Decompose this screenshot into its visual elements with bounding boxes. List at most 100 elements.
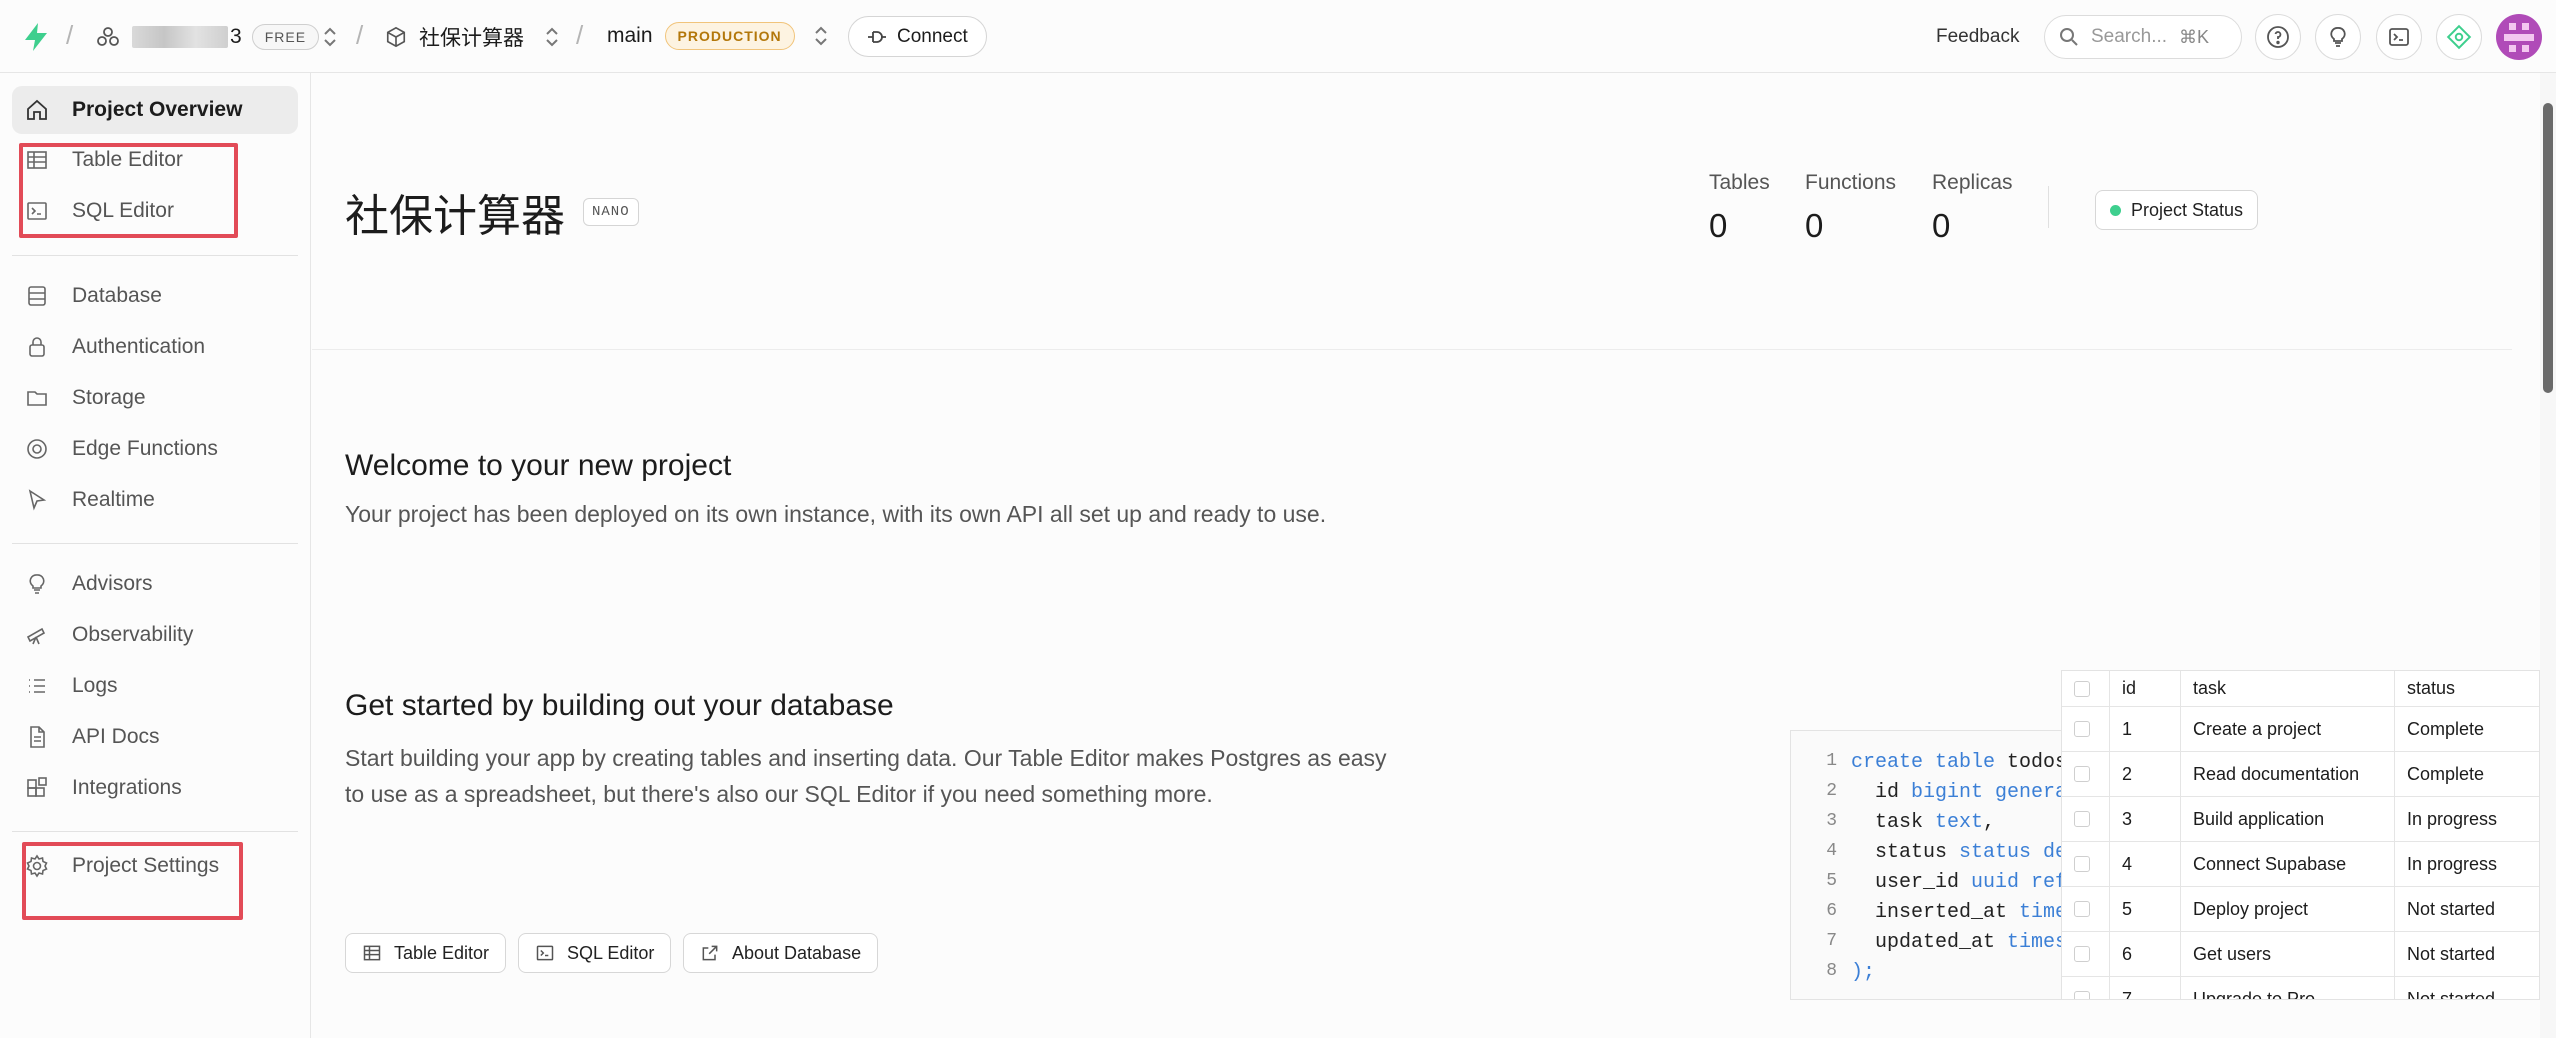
row-checkbox-cell [2062, 887, 2110, 931]
table-cell: Create a project [2181, 707, 2395, 751]
stat-value: 0 [1709, 207, 1728, 244]
highlight-box-editors [19, 143, 238, 238]
sidebar-item-label: API Docs [72, 725, 160, 748]
sidebar-divider [12, 831, 298, 832]
row-checkbox[interactable] [2074, 811, 2090, 827]
row-checkbox-cell [2062, 752, 2110, 796]
folder-icon [22, 383, 52, 413]
branch-switcher[interactable]: main PRODUCTION [607, 22, 831, 50]
org-chevron-updown-icon[interactable] [320, 25, 340, 49]
org-switcher[interactable]: 3 FREE [96, 24, 320, 50]
sidebar-item-integrations[interactable]: Integrations [12, 764, 298, 812]
code-token: task [1851, 811, 1936, 834]
table-cell: 1 [2110, 707, 2181, 751]
help-icon [2266, 25, 2290, 49]
get-started-title: Get started by building out your databas… [345, 689, 894, 722]
table-cell: Complete [2407, 718, 2485, 739]
project-status-button[interactable]: Project Status [2095, 190, 2259, 230]
button-label: SQL Editor [567, 942, 655, 963]
project-switcher[interactable]: 社保计算器 [385, 22, 562, 52]
row-checkbox-cell [2062, 932, 2110, 976]
code-token: id [1851, 781, 1912, 804]
status-dot [2110, 204, 2121, 216]
about-database-button[interactable]: About Database [683, 933, 879, 973]
table-cell: Get users [2181, 932, 2395, 976]
search-placeholder: Search... [2091, 26, 2168, 47]
production-badge: PRODUCTION [664, 22, 795, 50]
stat-label: Replicas [1932, 171, 2013, 194]
code-line-number: 2 [1826, 781, 1837, 801]
main-scrollbar[interactable] [2540, 73, 2556, 1038]
stat-label: Tables [1709, 171, 1770, 194]
assistant-button[interactable] [2436, 14, 2482, 60]
sidebar-item-advisors[interactable]: Advisors [12, 560, 298, 608]
welcome-title: Welcome to your new project [345, 449, 732, 482]
sidebar-item-label: Storage [72, 386, 146, 409]
sample-data-table: id task status 1 Create a project Complete 2 Re… [2061, 670, 2540, 1000]
user-avatar[interactable] [2496, 14, 2542, 60]
code-token: inserted_at [1851, 901, 2020, 924]
row-checkbox-cell [2062, 977, 2110, 999]
sql-editor-button[interactable]: SQL Editor [518, 933, 672, 973]
stats-divider [2048, 186, 2049, 228]
list-icon [22, 671, 52, 701]
sidebar-item-realtime[interactable]: Realtime [12, 476, 298, 524]
stat-value: 0 [1932, 207, 1951, 244]
sidebar-item-api-docs[interactable]: API Docs [12, 713, 298, 761]
org-icon [96, 25, 120, 49]
sidebar-item-storage[interactable]: Storage [12, 374, 298, 422]
connect-button[interactable]: Connect [848, 16, 987, 57]
table-row: 2 Read documentation Complete [2062, 752, 2539, 797]
row-checkbox[interactable] [2074, 991, 2090, 999]
sidebar-item-authentication[interactable]: Authentication [12, 323, 298, 371]
sidebar-item-logs[interactable]: Logs [12, 662, 298, 710]
scrollbar-thumb[interactable] [2543, 103, 2553, 393]
supabase-logo[interactable] [22, 22, 50, 52]
code-token: create table [1851, 751, 1996, 774]
sidebar-item-label: Logs [72, 674, 118, 697]
table-cell: 6 [2110, 932, 2181, 976]
table-cell: In progress [2407, 853, 2498, 874]
plug-icon [867, 29, 887, 45]
code-line-number: 6 [1826, 901, 1837, 921]
terminal-icon [2387, 25, 2411, 49]
code-token: user_id [1851, 871, 1972, 894]
help-button[interactable] [2255, 14, 2301, 60]
row-checkbox-cell [2062, 797, 2110, 841]
branch-name: main [607, 24, 653, 47]
table-row: 4 Connect Supabase In progress [2062, 842, 2539, 887]
code-line-number: 5 [1826, 871, 1837, 891]
welcome-subtitle: Your project has been deployed on its ow… [345, 501, 1327, 527]
row-checkbox[interactable] [2074, 721, 2090, 737]
stat-label: Functions [1805, 171, 1897, 194]
feedback-button[interactable]: Feedback [1936, 26, 2019, 48]
sidebar-item-database[interactable]: Database [12, 272, 298, 320]
lock-icon [22, 332, 52, 362]
blocks-icon [22, 773, 52, 803]
lightbulb-icon [22, 569, 52, 599]
row-checkbox[interactable] [2074, 766, 2090, 782]
table-cell: Read documentation [2181, 752, 2395, 796]
sidebar-item-label: Realtime [72, 488, 155, 511]
search-shortcut: ⌘K [2179, 26, 2210, 47]
table-column-header: id [2110, 671, 2181, 706]
code-line: task text, [1851, 811, 1995, 834]
sidebar-item-project-overview[interactable]: Project Overview [12, 86, 298, 134]
stat-functions[interactable]: Functions 0 [1805, 171, 1896, 245]
row-checkbox[interactable] [2074, 856, 2090, 872]
file-icon [22, 722, 52, 752]
sidebar-item-observability[interactable]: Observability [12, 611, 298, 659]
row-checkbox[interactable] [2074, 946, 2090, 962]
row-checkbox[interactable] [2074, 680, 2090, 697]
terminal-button[interactable] [2376, 14, 2422, 60]
pointer-icon [22, 485, 52, 515]
table-editor-button[interactable]: Table Editor [345, 933, 507, 973]
advisor-button[interactable] [2315, 14, 2361, 60]
table-cell: Not started [2407, 943, 2496, 964]
sidebar-item-edge-functions[interactable]: Edge Functions [12, 425, 298, 473]
stat-replicas[interactable]: Replicas 0 [1932, 171, 2013, 245]
search-icon [2059, 27, 2079, 47]
search-box[interactable]: Search... ⌘K [2044, 15, 2242, 59]
stat-tables[interactable]: Tables 0 [1709, 171, 1770, 245]
row-checkbox[interactable] [2074, 901, 2090, 917]
